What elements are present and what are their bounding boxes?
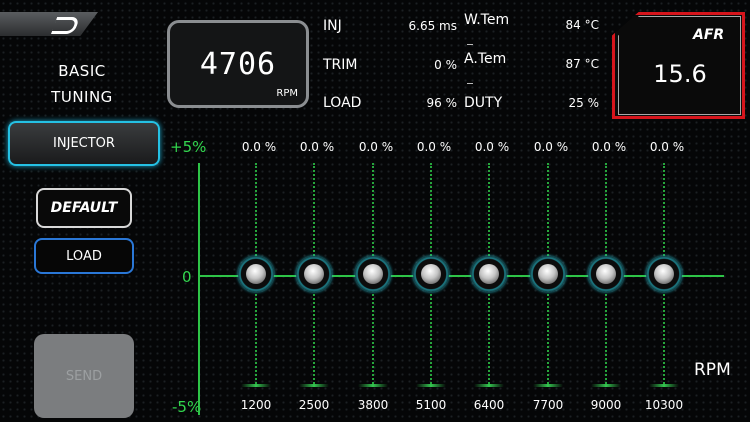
column-base-7 xyxy=(649,384,679,387)
logo-d-icon xyxy=(50,17,81,34)
send-button[interactable]: SEND xyxy=(34,334,134,418)
column-trim-value: 0.0 % xyxy=(591,140,627,154)
afr-label: AFR xyxy=(693,27,725,43)
wtem-value: 84 °C xyxy=(565,18,599,32)
column-base-0 xyxy=(241,384,271,387)
trim-slider-knob[interactable] xyxy=(413,256,449,292)
wtem-dash xyxy=(467,44,473,45)
trim-slider-knob[interactable] xyxy=(355,256,391,292)
column-base-6 xyxy=(591,384,621,387)
rpm-tick-label: 1200 xyxy=(240,398,272,412)
trim-slider-knob[interactable] xyxy=(296,256,332,292)
wtem-label: W.Tem xyxy=(464,12,510,28)
column-trim-value: 0.0 % xyxy=(474,140,510,154)
mode-title-line2: TUNING xyxy=(51,88,113,106)
column-trim-value: 0.0 % xyxy=(649,140,685,154)
rpm-axis-label: RPM xyxy=(694,360,731,380)
rpm-display: 4706 RPM xyxy=(167,20,309,108)
column-base-2 xyxy=(358,384,388,387)
rpm-tick-label: 2500 xyxy=(298,398,330,412)
column-trim-value: 0.0 % xyxy=(358,140,394,154)
scale-top-label: +5% xyxy=(170,138,207,156)
column-trim-value: 0.0 % xyxy=(299,140,335,154)
rpm-tick-label: 9000 xyxy=(590,398,622,412)
trim-slider-knob[interactable] xyxy=(646,256,682,292)
column-base-1 xyxy=(299,384,329,387)
load-label: LOAD xyxy=(323,95,362,111)
trim-slider-knob[interactable] xyxy=(530,256,566,292)
column-base-3 xyxy=(416,384,446,387)
injector-button[interactable]: INJECTOR xyxy=(8,121,160,166)
atem-dash xyxy=(467,83,473,84)
inj-label: INJ xyxy=(323,18,342,34)
rpm-tick-label: 7700 xyxy=(532,398,564,412)
trim-slider-knob[interactable] xyxy=(238,256,274,292)
column-base-5 xyxy=(533,384,563,387)
scale-bottom-label: -5% xyxy=(172,398,202,416)
mode-title: BASIC TUNING xyxy=(32,58,132,110)
duty-value: 25 % xyxy=(568,96,600,110)
trim-slider-knob[interactable] xyxy=(471,256,507,292)
column-base-4 xyxy=(474,384,504,387)
trim-value: 0 % xyxy=(434,58,457,72)
default-button[interactable]: DEFAULT xyxy=(36,188,132,228)
column-trim-value: 0.0 % xyxy=(241,140,277,154)
column-trim-value: 0.0 % xyxy=(533,140,569,154)
load-button[interactable]: LOAD xyxy=(34,238,134,274)
rpm-value: 4706 xyxy=(199,47,277,82)
rpm-tick-label: 5100 xyxy=(415,398,447,412)
scale-zero-label: 0 xyxy=(182,268,192,286)
trim-label: TRIM xyxy=(323,57,358,73)
atem-label: A.Tem xyxy=(464,51,507,67)
duty-label: DUTY xyxy=(464,95,503,111)
rpm-unit: RPM xyxy=(276,88,298,99)
rpm-tick-label: 10300 xyxy=(644,398,684,412)
load-value: 96 % xyxy=(426,96,458,110)
mode-title-line1: BASIC xyxy=(58,62,106,80)
y-axis xyxy=(198,163,200,415)
afr-value: 15.6 xyxy=(653,60,707,88)
atem-value: 87 °C xyxy=(565,57,599,71)
trim-slider-knob[interactable] xyxy=(588,256,624,292)
column-trim-value: 0.0 % xyxy=(416,140,452,154)
rpm-tick-label: 6400 xyxy=(473,398,505,412)
rpm-tick-label: 3800 xyxy=(357,398,389,412)
inj-value: 6.65 ms xyxy=(408,19,457,33)
